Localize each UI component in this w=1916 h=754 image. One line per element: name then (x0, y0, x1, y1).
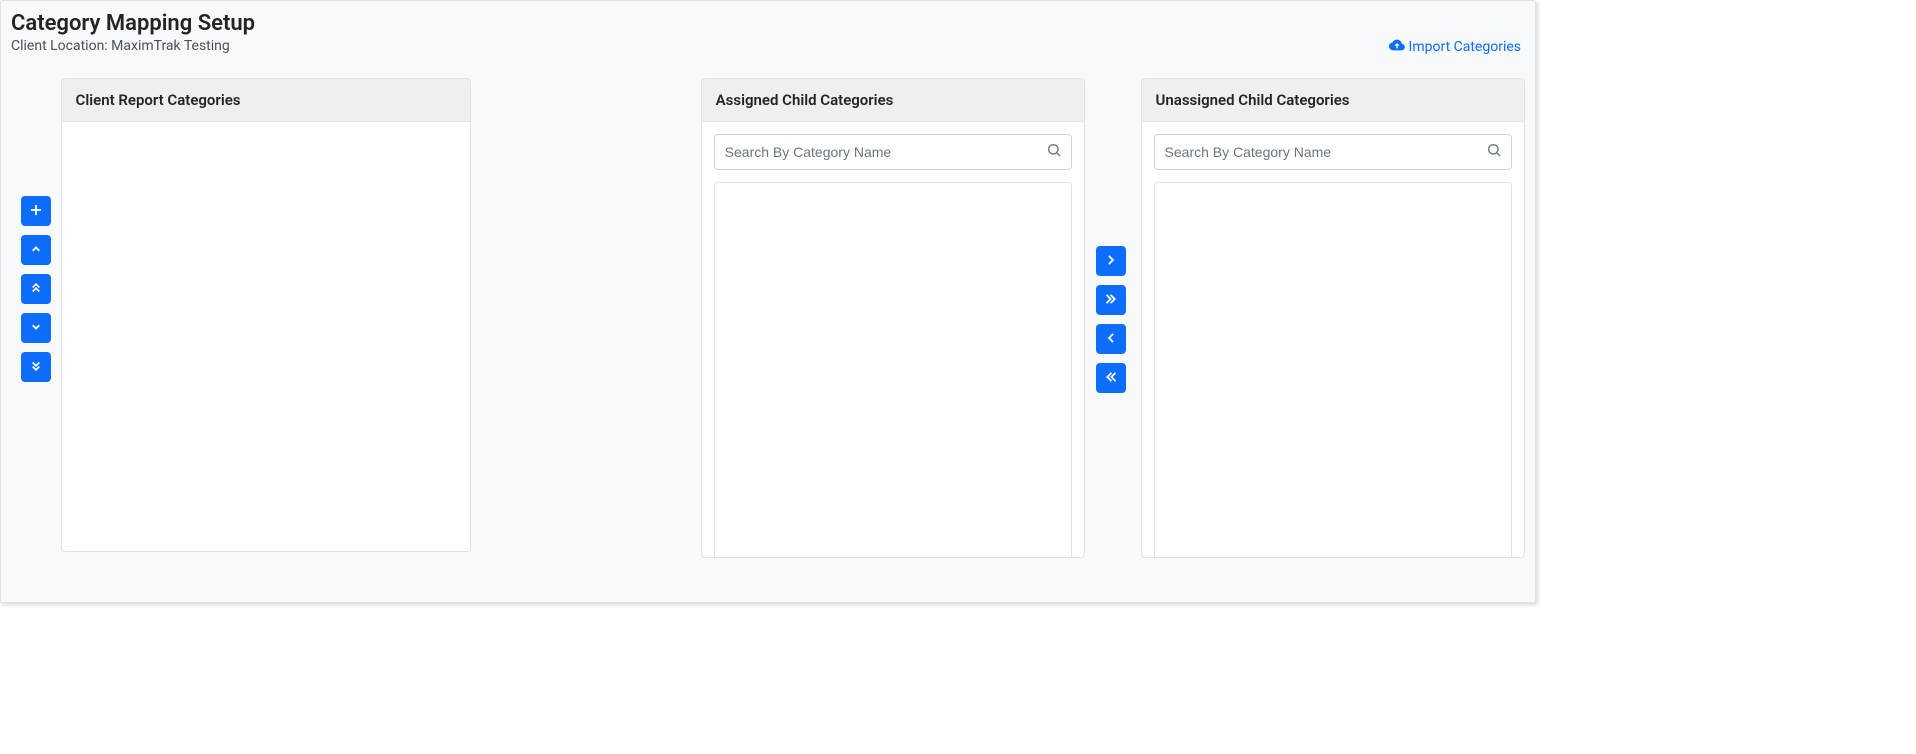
client-report-categories-panel: Client Report Categories (61, 78, 471, 552)
double-chevron-down-icon (29, 359, 43, 376)
page-subtitle: Client Location: MaximTrak Testing (11, 38, 1525, 54)
assigned-listbox[interactable] (714, 182, 1072, 558)
unassign-all-button[interactable] (1096, 363, 1126, 393)
unassigned-child-categories-body (1142, 122, 1524, 558)
reorder-button-group (11, 78, 53, 568)
move-down-button[interactable] (21, 313, 51, 343)
import-categories-label: Import Categories (1409, 39, 1521, 55)
cloud-upload-icon (1389, 37, 1405, 57)
chevron-up-icon (29, 242, 43, 259)
double-chevron-up-icon (29, 281, 43, 298)
unassigned-child-categories-header: Unassigned Child Categories (1142, 79, 1524, 122)
client-report-categories-body (62, 122, 470, 551)
unassign-one-button[interactable] (1096, 324, 1126, 354)
plus-icon (29, 203, 43, 220)
move-up-button[interactable] (21, 235, 51, 265)
import-categories-link[interactable]: Import Categories (1389, 37, 1521, 57)
spacer (471, 78, 701, 568)
assigned-search-wrap (714, 134, 1072, 170)
main-area: Client Report Categories Assigned Child … (11, 78, 1525, 568)
double-chevron-right-icon (1104, 292, 1118, 309)
transfer-button-group (1090, 78, 1131, 568)
assign-one-button[interactable] (1096, 246, 1126, 276)
add-category-button[interactable] (21, 196, 51, 226)
spacer (1137, 78, 1141, 568)
assigned-search-input[interactable] (714, 134, 1072, 170)
page-title: Category Mapping Setup (11, 11, 1525, 36)
chevron-left-icon (1104, 331, 1118, 348)
assigned-child-categories-header: Assigned Child Categories (702, 79, 1084, 122)
unassigned-search-wrap (1154, 134, 1512, 170)
move-bottom-button[interactable] (21, 352, 51, 382)
move-top-button[interactable] (21, 274, 51, 304)
client-report-categories-header: Client Report Categories (62, 79, 470, 122)
assigned-child-categories-panel: Assigned Child Categories (701, 78, 1085, 558)
double-chevron-left-icon (1104, 370, 1118, 387)
assign-all-button[interactable] (1096, 285, 1126, 315)
page-container: Category Mapping Setup Client Location: … (0, 0, 1536, 603)
chevron-right-icon (1104, 253, 1118, 270)
chevron-down-icon (29, 320, 43, 337)
unassigned-search-input[interactable] (1154, 134, 1512, 170)
assigned-child-categories-body (702, 122, 1084, 558)
unassigned-listbox[interactable] (1154, 182, 1512, 558)
unassigned-child-categories-panel: Unassigned Child Categories (1141, 78, 1525, 558)
